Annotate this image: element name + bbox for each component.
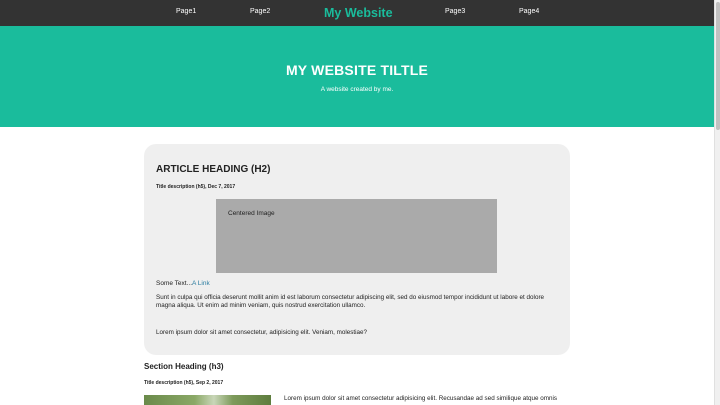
- site-brand-link[interactable]: My Website: [324, 6, 393, 20]
- section-image: [144, 395, 271, 405]
- article-heading: ARTICLE HEADING (H2): [156, 164, 271, 175]
- article-paragraph-2: Lorem ipsum dolor sit amet consectetur, …: [156, 329, 368, 336]
- image-label: Centered Image: [228, 210, 275, 217]
- vertical-scrollbar[interactable]: [714, 0, 720, 405]
- nav-link-page3[interactable]: Page3: [445, 8, 465, 15]
- some-text-label: Some Text...: [156, 280, 193, 287]
- scrollbar-thumb[interactable]: [716, 2, 720, 130]
- centered-image-placeholder: Centered Image: [216, 199, 497, 273]
- some-text-line: Some Text...A Link: [156, 280, 210, 287]
- section-text-block: Lorem ipsum dolor sit amet consectetur a…: [284, 395, 574, 403]
- nav-link-page1[interactable]: Page1: [176, 8, 196, 15]
- site-subtitle: A website created by me.: [320, 86, 394, 93]
- section-heading: Section Heading (h3): [144, 362, 224, 371]
- section-description: Title description (h5), Sep 2, 2017: [144, 380, 224, 386]
- article-link[interactable]: A Link: [192, 280, 210, 287]
- article-description: Title description (h5), Dec 7, 2017: [156, 184, 236, 190]
- nav-link-page4[interactable]: Page4: [519, 8, 539, 15]
- section-paragraph: Lorem ipsum dolor sit amet consectetur a…: [284, 395, 558, 402]
- article-paragraph-1: Sunt in culpa qui officia deserunt molli…: [156, 294, 545, 309]
- top-navigation-bar: Page1 Page2 My Website Page3 Page4: [0, 0, 714, 26]
- nav-link-page2[interactable]: Page2: [250, 8, 270, 15]
- article-card: ARTICLE HEADING (H2) Title description (…: [144, 144, 570, 355]
- site-title: MY WEBSITE TILTLE: [285, 62, 429, 78]
- hero-banner: MY WEBSITE TILTLE A website created by m…: [0, 26, 714, 127]
